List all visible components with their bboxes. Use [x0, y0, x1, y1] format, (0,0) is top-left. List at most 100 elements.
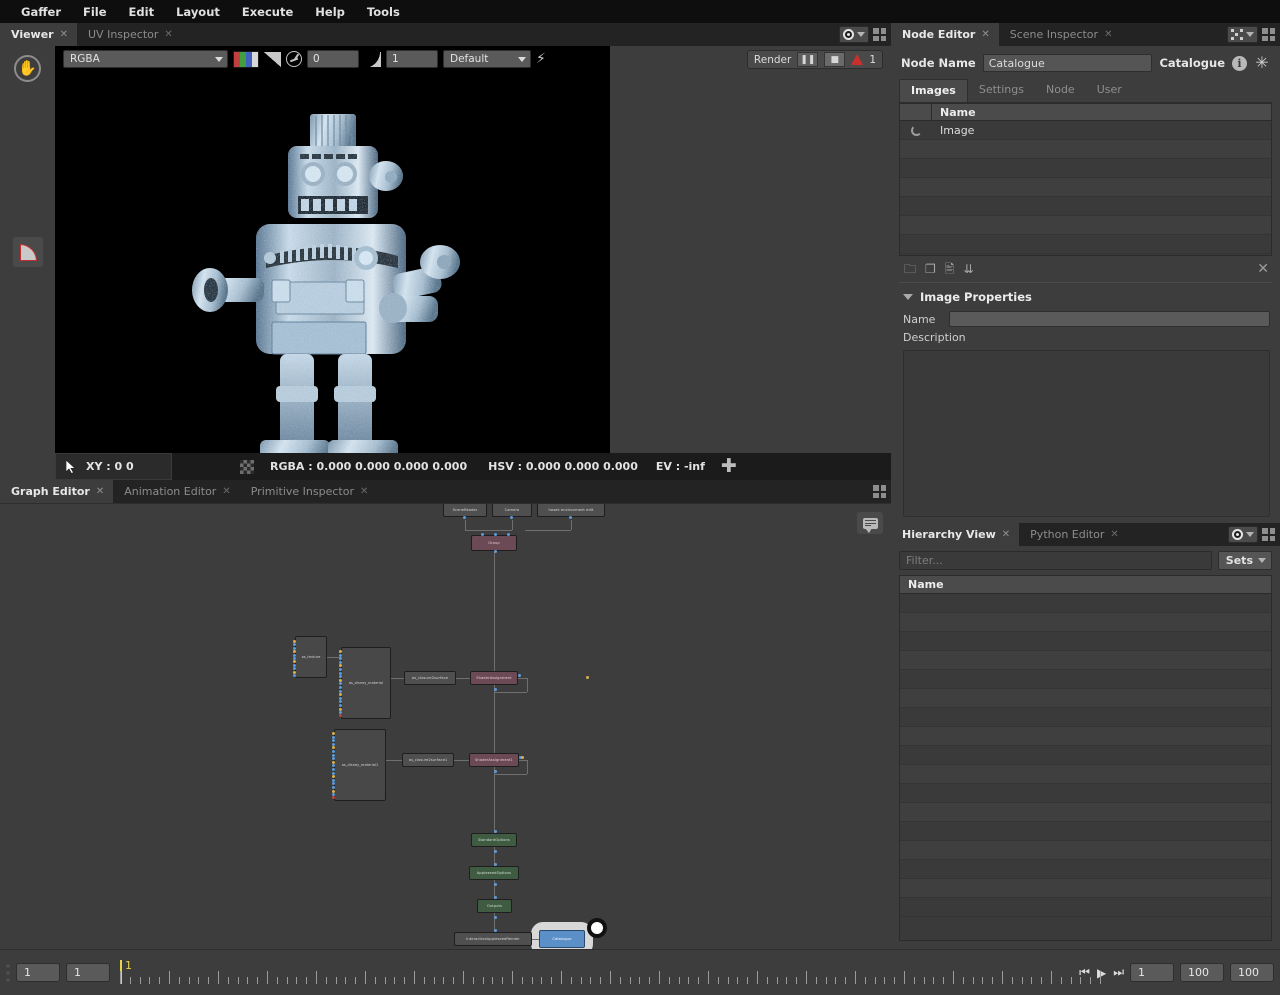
node-port[interactable] — [518, 674, 521, 677]
image-name-input[interactable] — [949, 311, 1270, 327]
layout-grid-icon[interactable] — [873, 485, 886, 498]
node-port[interactable] — [339, 714, 342, 717]
layout-grid-icon[interactable] — [1262, 28, 1275, 41]
close-icon[interactable]: ✕ — [1104, 29, 1112, 40]
viewer-image-area[interactable]: RGBA 0 1 Default ⚡ — [55, 46, 610, 480]
node-port[interactable] — [494, 850, 497, 853]
subtab-node[interactable]: Node — [1035, 79, 1086, 102]
close-icon[interactable]: ✕ — [164, 29, 172, 40]
node-port[interactable] — [339, 650, 342, 653]
tab-uv-inspector[interactable]: UV Inspector ✕ — [77, 23, 182, 46]
menu-item-gaffer[interactable]: Gaffer — [10, 2, 72, 22]
graph-node-catalogue[interactable]: Catalogue — [539, 930, 585, 948]
render-pause-button[interactable]: ❚❚ — [797, 52, 819, 67]
node-port[interactable] — [510, 516, 513, 519]
gamma-input[interactable]: 1 — [386, 50, 438, 68]
node-port[interactable] — [339, 707, 342, 711]
folder-icon[interactable]: 🗀 — [904, 263, 916, 275]
node-port[interactable] — [332, 760, 335, 764]
node-port[interactable] — [569, 516, 572, 519]
layout-grid-icon[interactable] — [1262, 528, 1275, 541]
graph-node-standardoptions[interactable]: StandardOptions — [471, 833, 517, 847]
lightning-icon[interactable]: ⚡ — [536, 52, 546, 66]
node-port[interactable] — [339, 689, 342, 693]
node-port[interactable] — [332, 753, 335, 757]
info-icon[interactable]: i — [1232, 55, 1247, 71]
graph-node-outputs[interactable]: Outputs — [477, 899, 512, 913]
menu-item-execute[interactable]: Execute — [231, 2, 304, 22]
node-port[interactable] — [481, 533, 484, 536]
hierarchy-table[interactable]: Name — [899, 575, 1272, 941]
menu-item-tools[interactable]: Tools — [356, 2, 411, 22]
graph-node-as_texture[interactable]: as_texture — [295, 636, 327, 678]
node-port[interactable] — [339, 686, 342, 689]
exposure-input[interactable]: 0 — [307, 50, 359, 68]
node-port[interactable] — [332, 750, 335, 753]
subtab-images[interactable]: Images — [899, 79, 968, 102]
gamma-curve-icon[interactable] — [364, 51, 381, 67]
images-table[interactable]: Name Image — [899, 103, 1272, 256]
node-port[interactable] — [494, 863, 497, 866]
node-port[interactable] — [494, 688, 497, 691]
timeline-current-field[interactable]: 1 — [66, 963, 110, 982]
tab-hierarchy-view[interactable]: Hierarchy View ✕ — [891, 523, 1020, 546]
chevron-down-icon[interactable] — [1246, 532, 1254, 537]
node-port[interactable] — [586, 676, 589, 679]
color-inspector-toggle[interactable] — [13, 237, 43, 267]
fps-field[interactable]: 100 — [1230, 963, 1274, 982]
pan-tool-button[interactable]: ✋ — [13, 53, 43, 83]
graph-node-hosek environment edit[interactable]: hosek environment edit — [537, 504, 605, 517]
remove-icon[interactable]: ✕ — [1257, 261, 1269, 277]
node-port[interactable] — [339, 671, 342, 675]
filter-input[interactable]: Filter... — [899, 550, 1212, 570]
node-port[interactable] — [494, 770, 497, 773]
gear-icon[interactable]: ✳ — [1254, 55, 1270, 71]
node-port[interactable] — [293, 674, 296, 677]
menu-item-help[interactable]: Help — [304, 2, 356, 22]
tab-viewer[interactable]: Viewer ✕ — [0, 23, 77, 46]
play-icon[interactable]: ▶ — [1097, 966, 1106, 980]
rgba-channels-icon[interactable] — [233, 50, 259, 68]
node-port[interactable] — [494, 929, 497, 932]
node-port[interactable] — [494, 533, 497, 536]
graph-node-as_closure2surface1[interactable]: as_closure2surface1 — [402, 753, 454, 767]
close-icon[interactable]: ✕ — [60, 29, 68, 40]
node-port[interactable] — [521, 756, 524, 759]
node-name-input[interactable]: Catalogue — [982, 54, 1153, 72]
graph-node-interactiveappleseedrender[interactable]: InteractiveAppleseedRender — [454, 932, 532, 946]
image-description-input[interactable] — [903, 350, 1270, 517]
display-transform-select[interactable]: Default — [443, 50, 531, 68]
graph-node-appleseedoptions[interactable]: AppleseedOptions — [469, 866, 519, 880]
hierarchy-pin-button[interactable] — [1228, 526, 1258, 543]
menu-item-edit[interactable]: Edit — [118, 2, 166, 22]
node-port[interactable] — [332, 732, 335, 735]
table-row[interactable]: Image — [900, 121, 1271, 140]
node-port[interactable] — [339, 653, 342, 657]
graph-node-group[interactable]: Group — [471, 535, 517, 551]
export-icon[interactable]: 🖹 — [945, 263, 955, 275]
node-port[interactable] — [339, 678, 342, 682]
tab-graph-editor[interactable]: Graph Editor ✕ — [0, 480, 114, 503]
graph-node-scenereader[interactable]: SceneReader — [443, 504, 487, 517]
render-stop-button[interactable]: ■ — [824, 52, 846, 67]
subtab-user[interactable]: User — [1086, 79, 1133, 102]
node-port[interactable] — [339, 660, 342, 664]
node-graph-canvas[interactable]: SceneReader Camera hosek environment edit G… — [0, 503, 891, 949]
node-port[interactable] — [332, 742, 335, 746]
sets-button[interactable]: Sets — [1217, 550, 1272, 570]
chevron-down-icon[interactable] — [903, 294, 913, 300]
image-properties-header[interactable]: Image Properties — [899, 283, 1272, 310]
node-port[interactable] — [332, 768, 335, 771]
node-port[interactable] — [507, 533, 510, 536]
tab-node-editor[interactable]: Node Editor ✕ — [891, 23, 999, 46]
menu-item-layout[interactable]: Layout — [165, 2, 231, 22]
node-port[interactable] — [339, 696, 342, 700]
channel-select[interactable]: RGBA — [63, 50, 228, 68]
frame-field[interactable]: 1 — [1130, 963, 1174, 982]
close-icon[interactable]: ✕ — [360, 486, 368, 497]
node-port[interactable] — [332, 786, 335, 789]
close-icon[interactable]: ✕ — [96, 486, 104, 497]
node-port[interactable] — [339, 668, 342, 671]
extract-icon[interactable]: ⇊ — [963, 263, 973, 275]
graph-node-as_disney_material1[interactable]: as_disney_material1 — [334, 729, 386, 801]
